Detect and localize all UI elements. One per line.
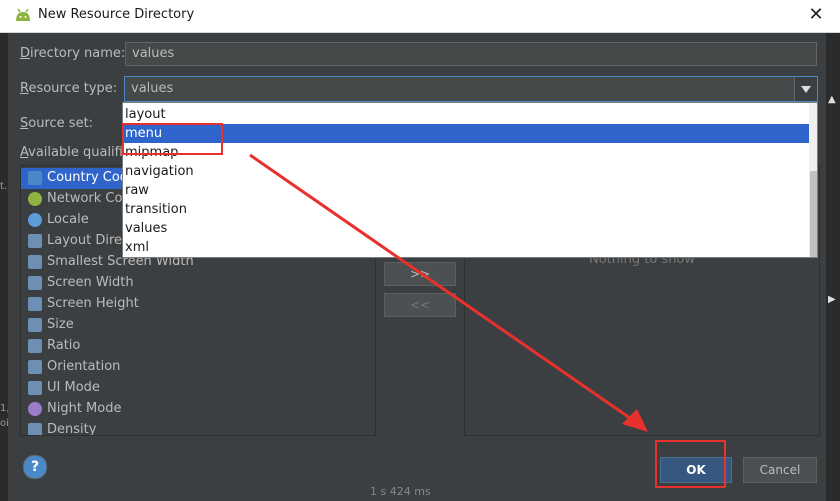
annotation-box-menu (122, 123, 223, 155)
annotation-overlay (122, 123, 726, 488)
annotation-arrow-head (622, 409, 648, 432)
annotation-arrow-line (249, 153, 641, 427)
annotation-box-ok (655, 440, 726, 488)
